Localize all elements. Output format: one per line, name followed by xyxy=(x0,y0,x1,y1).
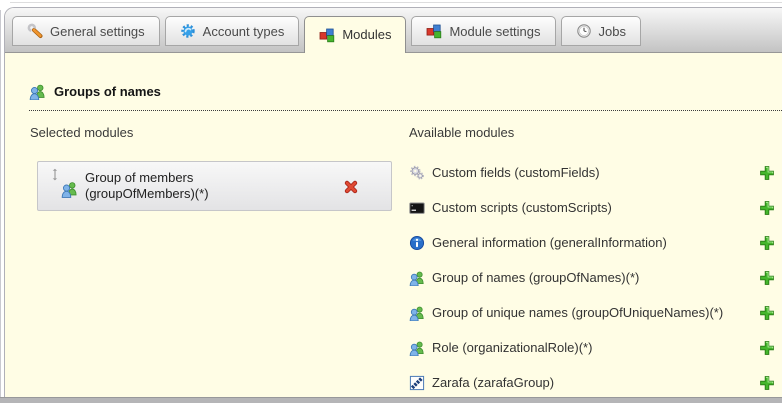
module-label: Custom fields (customFields) xyxy=(432,165,759,180)
selected-modules-column: Selected modules Group of members (group… xyxy=(30,125,392,211)
selected-modules-label: Selected modules xyxy=(30,125,392,140)
add-module-button[interactable] xyxy=(759,305,775,321)
list-item: Custom fields (customFields) xyxy=(409,155,775,190)
info-icon xyxy=(409,235,425,251)
wrench-icon xyxy=(27,23,43,39)
available-modules-label: Available modules xyxy=(409,125,775,140)
group-icon xyxy=(409,270,425,286)
module-label: Custom scripts (customScripts) xyxy=(432,200,759,215)
add-module-button[interactable] xyxy=(759,375,775,391)
move-handle-icon[interactable] xyxy=(48,167,62,182)
tab-account-types[interactable]: Account types xyxy=(165,16,300,46)
module-label: Role (organizationalRole)(*) xyxy=(432,340,759,355)
bottom-divider xyxy=(0,397,782,403)
selected-module-id: (groupOfMembers)(*) xyxy=(85,186,209,201)
tab-module-settings[interactable]: Module settings xyxy=(411,16,555,46)
tab-label: Jobs xyxy=(599,24,626,39)
delete-module-button[interactable] xyxy=(343,179,359,195)
module-label: Zarafa (zarafaGroup) xyxy=(432,375,759,390)
terminal-icon xyxy=(409,200,425,216)
modules-icon xyxy=(319,27,335,43)
available-modules-list: Custom fields (customFields) Custom scri… xyxy=(409,155,775,400)
module-label: General information (generalInformation) xyxy=(432,235,759,250)
tab-label: Module settings xyxy=(449,24,540,39)
gears-icon xyxy=(409,165,425,181)
list-item: General information (generalInformation) xyxy=(409,225,775,260)
add-module-button[interactable] xyxy=(759,270,775,286)
tab-label: Account types xyxy=(203,24,285,39)
add-module-button[interactable] xyxy=(759,235,775,251)
module-label: Group of names (groupOfNames)(*) xyxy=(432,270,759,285)
group-icon xyxy=(29,83,46,100)
module-label: Group of unique names (groupOfUniqueName… xyxy=(432,305,759,320)
tab-label: General settings xyxy=(50,24,145,39)
gear-icon xyxy=(180,23,196,39)
settings-panel: General settings Account types Modules M… xyxy=(4,7,782,403)
selected-module-name: Group of members xyxy=(85,170,193,185)
frame-border-top xyxy=(10,2,782,3)
group-icon xyxy=(409,340,425,356)
clock-icon xyxy=(576,23,592,39)
tab-jobs[interactable]: Jobs xyxy=(561,16,641,46)
list-item: Group of names (groupOfNames)(*) xyxy=(409,260,775,295)
tab-general-settings[interactable]: General settings xyxy=(12,16,160,46)
available-modules-column: Available modules Custom fields (customF… xyxy=(409,125,775,400)
selected-module-text: Group of members (groupOfMembers)(*) xyxy=(85,170,209,202)
selected-module-item[interactable]: Group of members (groupOfMembers)(*) xyxy=(37,161,392,211)
list-item: Role (organizationalRole)(*) xyxy=(409,330,775,365)
add-module-button[interactable] xyxy=(759,165,775,181)
modules-tab-content: Groups of names Selected modules Group o… xyxy=(5,53,782,403)
section-heading: Groups of names xyxy=(29,83,782,111)
tab-bar: General settings Account types Modules M… xyxy=(5,8,782,53)
list-item: Group of unique names (groupOfUniqueName… xyxy=(409,295,775,330)
list-item: Zarafa (zarafaGroup) xyxy=(409,365,775,400)
list-item: Custom scripts (customScripts) xyxy=(409,190,775,225)
modules-icon xyxy=(426,23,442,39)
section-title: Groups of names xyxy=(54,84,161,99)
add-module-button[interactable] xyxy=(759,340,775,356)
zarafa-icon xyxy=(409,375,425,391)
group-icon xyxy=(61,180,78,198)
group-icon xyxy=(409,305,425,321)
tab-label: Modules xyxy=(342,27,391,42)
tab-modules[interactable]: Modules xyxy=(304,16,406,53)
add-module-button[interactable] xyxy=(759,200,775,216)
frame-border-left xyxy=(0,10,1,403)
